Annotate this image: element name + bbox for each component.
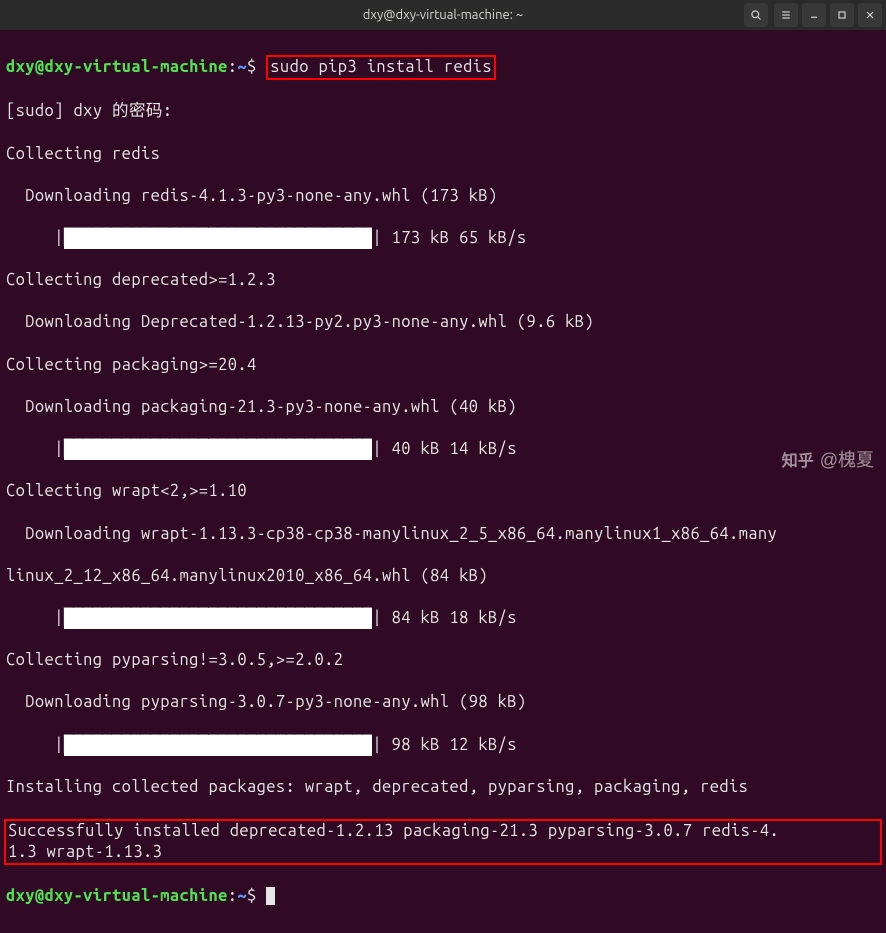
- command-highlighted: sudo pip3 install redis: [266, 55, 496, 80]
- output-line: 1.3 wrapt-1.13.3: [8, 842, 878, 863]
- output-line: Downloading wrapt-1.13.3-cp38-cp38-manyl…: [6, 524, 880, 545]
- prompt-host: dxy-virtual-machine: [45, 58, 228, 76]
- output-line: Collecting deprecated>=1.2.3: [6, 270, 880, 291]
- titlebar: dxy@dxy-virtual-machine: ~: [0, 0, 886, 30]
- window-title: dxy@dxy-virtual-machine: ~: [363, 8, 523, 22]
- prompt-line-1: dxy@dxy-virtual-machine:~$ sudo pip3 ins…: [6, 55, 880, 80]
- hamburger-icon: [780, 9, 792, 21]
- prompt-user: dxy: [6, 58, 35, 76]
- progress-bar: ████████████████████████████████: [64, 439, 372, 460]
- close-icon: [864, 9, 876, 21]
- output-line: Successfully installed deprecated-1.2.13…: [8, 821, 878, 842]
- progress-line: |████████████████████████████████| 173 k…: [6, 228, 880, 249]
- success-highlighted: Successfully installed deprecated-1.2.13…: [4, 819, 882, 865]
- output-line: Collecting packaging>=20.4: [6, 355, 880, 376]
- prompt-line-2: dxy@dxy-virtual-machine:~$: [6, 886, 880, 907]
- close-button[interactable]: [858, 3, 882, 27]
- progress-bar: ████████████████████████████████: [64, 608, 372, 629]
- output-line: linux_2_12_x86_64.manylinux2010_x86_64.w…: [6, 566, 880, 587]
- output-line: Collecting wrapt<2,>=1.10: [6, 481, 880, 502]
- output-line: Collecting redis: [6, 144, 880, 165]
- output-line: Installing collected packages: wrapt, de…: [6, 777, 880, 798]
- maximize-icon: [836, 9, 848, 21]
- output-line: Collecting pyparsing!=3.0.5,>=2.0.2: [6, 650, 880, 671]
- progress-line: |████████████████████████████████| 40 kB…: [6, 439, 880, 460]
- progress-line: |████████████████████████████████| 84 kB…: [6, 608, 880, 629]
- terminal-output[interactable]: dxy@dxy-virtual-machine:~$ sudo pip3 ins…: [0, 30, 886, 933]
- prompt-path: ~: [237, 58, 247, 76]
- maximize-button[interactable]: [830, 3, 854, 27]
- output-line: Downloading pyparsing-3.0.7-py3-none-any…: [6, 692, 880, 713]
- window-controls: [744, 3, 882, 27]
- progress-bar: ████████████████████████████████: [64, 735, 372, 756]
- progress-bar: ████████████████████████████████: [64, 228, 372, 249]
- output-line: Downloading packaging-21.3-py3-none-any.…: [6, 397, 880, 418]
- output-line: Downloading redis-4.1.3-py3-none-any.whl…: [6, 186, 880, 207]
- progress-line: |████████████████████████████████| 98 kB…: [6, 735, 880, 756]
- output-line: [sudo] dxy 的密码:: [6, 101, 880, 122]
- cursor: [266, 887, 275, 905]
- minimize-button[interactable]: [802, 3, 826, 27]
- output-line: Downloading Deprecated-1.2.13-py2.py3-no…: [6, 312, 880, 333]
- search-button[interactable]: [744, 3, 768, 27]
- search-icon: [750, 9, 762, 21]
- minimize-icon: [808, 9, 820, 21]
- menu-button[interactable]: [774, 3, 798, 27]
